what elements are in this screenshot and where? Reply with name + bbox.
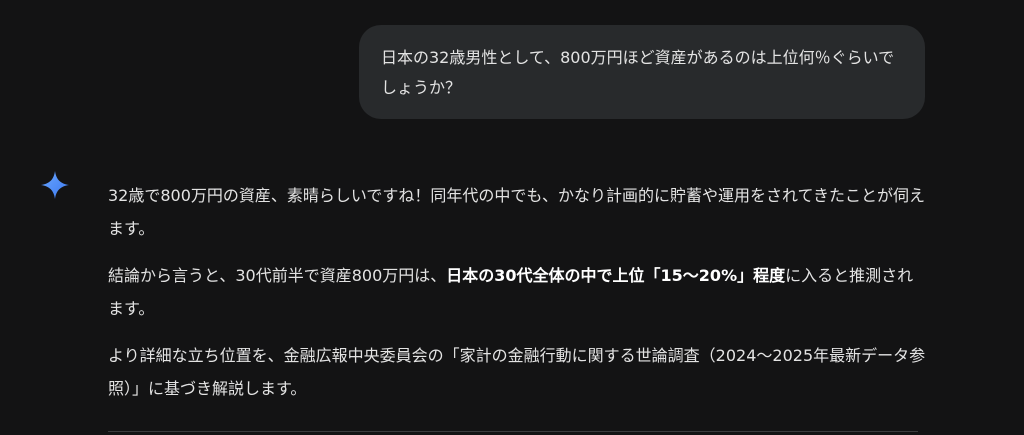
user-message-bubble: 日本の32歳男性として、800万円ほど資産があるのは上位何％ぐらいでしょうか？ bbox=[359, 25, 925, 119]
assistant-response: 32歳で800万円の資産、素晴らしいですね！同年代の中でも、かなり計画的に貯蓄や… bbox=[108, 179, 928, 419]
chat-conversation: 日本の32歳男性として、800万円ほど資産があるのは上位何％ぐらいでしょうか？ … bbox=[0, 0, 1024, 435]
gemini-spark-icon bbox=[41, 171, 69, 199]
paragraph-text: より詳細な立ち位置を、金融広報中央委員会の「家計の金融行動に関する世論調査（20… bbox=[108, 346, 926, 398]
paragraph-text: 32歳で800万円の資産、素晴らしいですね！同年代の中でも、かなり計画的に貯蓄や… bbox=[108, 186, 925, 238]
paragraph-text: 結論から言うと、30代前半で資産800万円は、 bbox=[108, 266, 447, 285]
bold-highlight: 日本の30代全体の中で上位「15〜20%」程度 bbox=[446, 266, 786, 285]
response-paragraph: 32歳で800万円の資産、素晴らしいですね！同年代の中でも、かなり計画的に貯蓄や… bbox=[108, 179, 928, 245]
response-paragraph-conclusion: 結論から言うと、30代前半で資産800万円は、日本の30代全体の中で上位「15〜… bbox=[108, 259, 928, 325]
response-paragraph: より詳細な立ち位置を、金融広報中央委員会の「家計の金融行動に関する世論調査（20… bbox=[108, 339, 928, 405]
user-message-text: 日本の32歳男性として、800万円ほど資産があるのは上位何％ぐらいでしょうか？ bbox=[381, 48, 895, 97]
section-divider bbox=[108, 431, 918, 432]
